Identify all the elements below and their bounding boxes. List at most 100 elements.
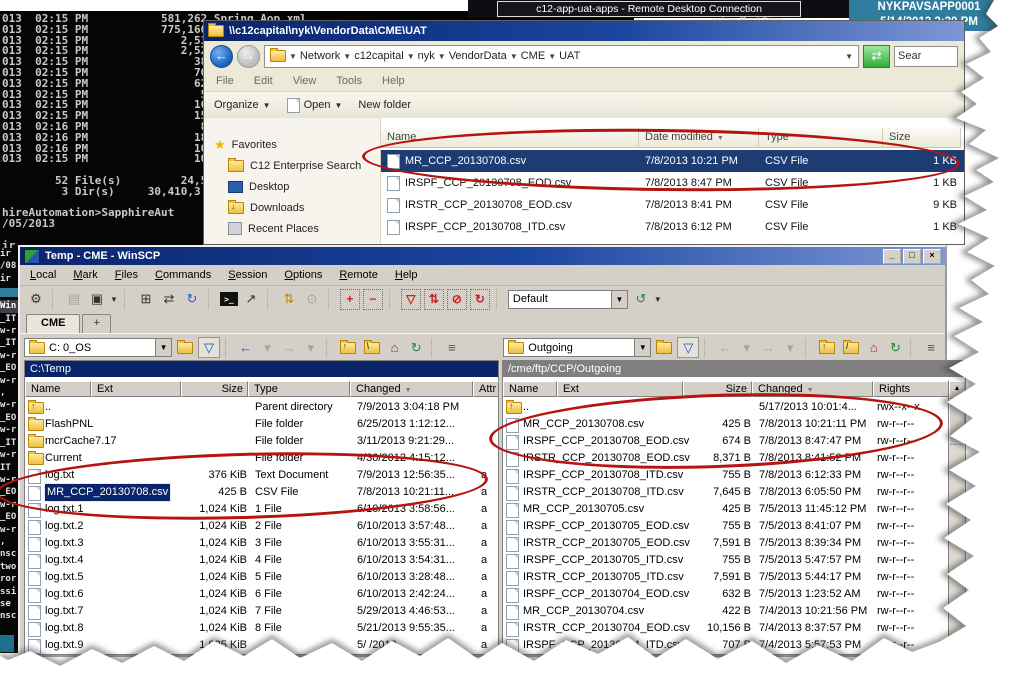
forward-icon[interactable]: → (279, 338, 299, 357)
column-header[interactable]: Attr (473, 381, 499, 397)
filter-icon[interactable]: ▽ (198, 337, 220, 358)
select-add-icon[interactable]: + (340, 289, 360, 310)
open-in-putty-icon[interactable]: ↗ (241, 290, 261, 309)
close-button[interactable]: × (923, 249, 941, 264)
local-path[interactable]: C:\Temp (25, 361, 498, 377)
menu-item[interactable]: Files (115, 269, 138, 281)
menu-item[interactable]: View (293, 75, 317, 87)
open-directory-icon[interactable] (656, 342, 672, 354)
table-row[interactable]: log.txt.91,025 KiB5/ /2013a (25, 637, 498, 654)
table-row[interactable]: IRSPF_CCP_20130705_EOD.csv755 B7/5/2013 … (503, 518, 949, 535)
parent-directory-icon[interactable]: ↑ (819, 342, 835, 354)
organize-button[interactable]: Organize▼ (214, 99, 271, 111)
table-row[interactable]: IRSTR_CCP_20130708_EOD.csv7/8/2013 8:41 … (381, 194, 964, 216)
table-row[interactable]: MR_CCP_20130708.csv425 B7/8/2013 10:21:1… (503, 416, 949, 433)
winscp-titlebar[interactable]: Temp - CME - WinSCP _ □ × (20, 247, 945, 265)
minimize-button[interactable]: _ (883, 249, 901, 264)
clone-session-icon[interactable]: ▣ (87, 290, 107, 309)
home-directory-icon[interactable]: ⌂ (385, 338, 405, 357)
search-input[interactable]: Sear (894, 46, 958, 67)
find-files-icon[interactable]: ⊙ (302, 290, 322, 309)
column-header[interactable]: Name (25, 381, 91, 397)
menu-item[interactable]: File (216, 75, 234, 87)
table-row[interactable]: log.txt.11,024 KiB1 File6/10/2013 3:58:5… (25, 501, 498, 518)
forward-icon[interactable]: → (758, 338, 778, 357)
column-header[interactable]: Ext (557, 381, 683, 397)
breadcrumb-segment[interactable]: c12capital (354, 50, 404, 62)
address-book-icon[interactable]: ▤ (64, 290, 84, 309)
table-row[interactable]: log.txt376 KiBText Document7/9/2013 12:5… (25, 467, 498, 484)
column-header[interactable]: Type (248, 381, 350, 397)
column-header[interactable]: Name (381, 128, 639, 148)
sidebar-item[interactable]: C12 Enterprise Search (204, 155, 380, 176)
column-header[interactable]: Date modified▼ (639, 128, 759, 148)
menu-item[interactable]: Tools (336, 75, 362, 87)
transfer-settings-icon[interactable]: ↺ (631, 290, 651, 309)
back-icon[interactable]: ← (715, 338, 735, 357)
address-dropdown-icon[interactable]: ▼ (845, 52, 853, 61)
menu-item[interactable]: Mark (73, 269, 97, 281)
table-row[interactable]: IRSPF_CCP_20130705_ITD.csv755 B7/5/2013 … (503, 552, 949, 569)
sidebar-favorites[interactable]: ★ Favorites (204, 134, 380, 155)
table-row[interactable]: ↑..Parent directory7/9/2013 3:04:18 PM (25, 399, 498, 416)
drive-select[interactable]: C: 0_OS▼ (24, 338, 172, 357)
explorer-titlebar[interactable]: \\c12capital\nyk\VendorData\CME\UAT (204, 21, 964, 41)
remote-path[interactable]: /cme/ftp/CCP/Outgoing (503, 361, 965, 377)
back-caret-icon[interactable]: ▾ (257, 338, 277, 357)
breadcrumb-segment[interactable]: CME (521, 50, 545, 62)
root-directory-icon[interactable]: / (843, 342, 859, 354)
table-row[interactable]: MR_CCP_20130708.csv425 BCSV File7/8/2013… (25, 484, 498, 501)
menu-item[interactable]: Remote (339, 269, 378, 281)
open-directory-icon[interactable] (177, 342, 193, 354)
column-header[interactable]: Changed▼ (752, 381, 873, 397)
new-tab-button[interactable]: + (82, 314, 110, 333)
back-button[interactable]: ← (210, 45, 233, 68)
tree-icon[interactable]: ≡ (921, 338, 941, 357)
tab-cme[interactable]: CME (26, 314, 80, 333)
table-row[interactable]: IRSTR_CCP_20130708_EOD.csv8,371 B7/8/201… (503, 450, 949, 467)
transfer-preset-select[interactable]: Default▼ (508, 290, 628, 309)
clone-session-caret[interactable]: ▼ (110, 295, 118, 304)
table-row[interactable]: log.txt.31,024 KiB3 File6/10/2013 3:55:3… (25, 535, 498, 552)
table-row[interactable]: MR_CCP_20130704.csv422 B7/4/2013 10:21:5… (503, 603, 949, 620)
breadcrumb-segment[interactable]: Network (300, 50, 340, 62)
table-row[interactable]: ↑..5/17/2013 10:01:4...rwx--x--x (503, 399, 949, 416)
menu-item[interactable]: Commands (155, 269, 211, 281)
table-row[interactable]: FlashPNLFile folder6/25/2013 1:12:12... (25, 416, 498, 433)
refresh-button[interactable]: ⇄ (863, 45, 890, 68)
menu-item[interactable]: Help (382, 75, 405, 87)
refresh-panel-icon[interactable]: ↻ (886, 338, 906, 357)
table-row[interactable]: CurrentFile folder4/30/2012 4:15:12... (25, 450, 498, 467)
refresh-session-icon[interactable]: ↻ (182, 290, 202, 309)
column-header[interactable]: Size (883, 128, 961, 148)
scrollbar-thumb[interactable] (949, 399, 965, 445)
table-row[interactable]: mcrCache7.17File folder3/11/2013 9:21:29… (25, 433, 498, 450)
sidebar-item[interactable]: ↓Downloads (204, 197, 380, 218)
breadcrumb[interactable]: ▼Network▼c12capital▼nyk▼VendorData▼CME▼U… (264, 45, 859, 68)
table-row[interactable]: log.txt.21,024 KiB2 File6/10/2013 3:57:4… (25, 518, 498, 535)
back-icon[interactable]: ← (236, 338, 256, 357)
column-header[interactable]: Name (503, 381, 557, 397)
sidebar-item[interactable]: Recent Places (204, 218, 380, 239)
menu-item[interactable]: Session (228, 269, 267, 281)
breadcrumb-segment[interactable]: nyk (418, 50, 435, 62)
forward-caret-icon[interactable]: ▾ (780, 338, 800, 357)
remote-directory-select[interactable]: Outgoing▼ (503, 338, 651, 357)
maximize-button[interactable]: □ (903, 249, 921, 264)
table-row[interactable]: IRSTR_CCP_20130708_ITD.csv7,645 B7/8/201… (503, 484, 949, 501)
copy-files-icon[interactable]: ⇄ (159, 290, 179, 309)
menu-item[interactable]: Edit (254, 75, 273, 87)
synchronize-icon[interactable]: ⇅ (279, 290, 299, 309)
breadcrumb-segment[interactable]: VendorData (449, 50, 507, 62)
select-check-icon[interactable]: ▽ (401, 289, 421, 310)
archive-icon[interactable]: ⊞ (136, 290, 156, 309)
menu-item[interactable]: Help (395, 269, 418, 281)
menu-item[interactable]: Local (30, 269, 56, 281)
breadcrumb-segment[interactable]: UAT (559, 50, 580, 62)
new-folder-button[interactable]: New folder (358, 99, 411, 111)
column-header[interactable]: Changed▼ (350, 381, 473, 397)
back-caret-icon[interactable]: ▾ (737, 338, 757, 357)
table-row[interactable]: MR_CCP_20130705.csv425 B7/5/2013 11:45:1… (503, 501, 949, 518)
table-row[interactable]: IRSPF_CCP_20130704_ITD.csv707 B7/4/2013 … (503, 637, 949, 654)
table-row[interactable]: IRSTR_CCP_20130705_EOD.csv7,591 B7/5/201… (503, 535, 949, 552)
